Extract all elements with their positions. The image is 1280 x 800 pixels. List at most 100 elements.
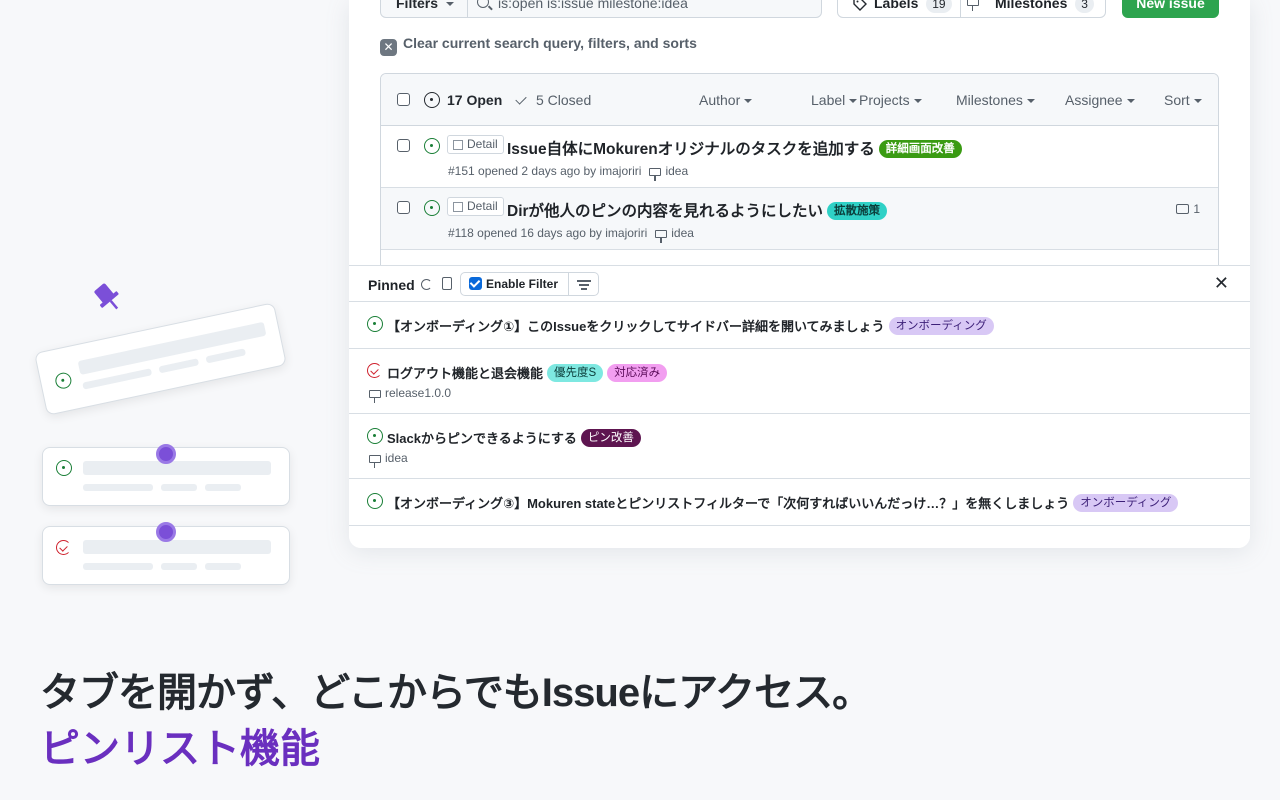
- new-issue-button[interactable]: New issue: [1122, 0, 1219, 18]
- milestone-icon: [369, 390, 381, 403]
- issue-row[interactable]: Detail Issue自体にMokurenオリジナルのタスクを追加する 詳細画面…: [381, 126, 1218, 188]
- open-count: 17 Open: [447, 92, 503, 108]
- clear-filters-label: Clear current search query, filters, and…: [403, 35, 697, 51]
- search-input[interactable]: is:open is:issue milestone:idea: [467, 0, 822, 18]
- issues-toolbar: Filters is:open is:issue milestone:idea …: [380, 0, 1220, 18]
- enable-filter-toggle[interactable]: Enable Filter: [460, 272, 570, 296]
- issue-milestone[interactable]: idea: [671, 226, 694, 240]
- milestones-count: 3: [1075, 0, 1094, 13]
- pin-icon: [94, 283, 119, 310]
- filter-settings-button[interactable]: [569, 272, 599, 296]
- labels-button[interactable]: Labels 19: [837, 0, 961, 18]
- detail-button[interactable]: Detail: [447, 197, 504, 216]
- clear-filters-link[interactable]: ✕ Clear current search query, filters, an…: [380, 34, 697, 56]
- chevron-down-icon: [744, 99, 753, 104]
- pinned-item-title-link[interactable]: 【オンボーディング③】Mokuren stateとピンリストフィルターで「次何す…: [387, 493, 1179, 512]
- assignee-filter-label: Assignee: [1065, 92, 1123, 108]
- pinned-item-milestone[interactable]: idea: [369, 451, 408, 468]
- refresh-icon[interactable]: [421, 279, 432, 290]
- sort-filter-label: Sort: [1164, 92, 1190, 108]
- filters-label: Filters: [396, 0, 439, 11]
- enable-filter-label: Enable Filter: [486, 277, 559, 291]
- pinned-item[interactable]: 【オンボーディング③】Mokuren stateとピンリストフィルターで「次何す…: [349, 479, 1250, 526]
- pinned-item[interactable]: ログアウト機能と退会機能 優先度S 対応済み release1.0.0: [349, 349, 1250, 414]
- tag-icon: [853, 0, 867, 11]
- issue-title-link[interactable]: Issue自体にMokurenオリジナルのタスクを追加する 詳細画面改善: [507, 137, 962, 159]
- issues-list-header: 17 Open 5 Closed Author Label Projects M…: [381, 74, 1218, 126]
- issue-closed-icon: [367, 363, 382, 378]
- issue-milestone[interactable]: idea: [665, 164, 688, 178]
- sort-filter[interactable]: Sort: [1164, 92, 1202, 108]
- clipboard-icon[interactable]: [442, 277, 452, 290]
- projects-filter-label: Projects: [859, 92, 910, 108]
- pinned-item-title-link[interactable]: 【オンボーディング①】このIssueをクリックしてサイドバー詳細を開いてみましょ…: [387, 316, 994, 335]
- pinned-list-panel: Pinned Enable Filter ✕ 【オンボーディング①】このIssu…: [349, 265, 1250, 548]
- comment-icon: [1176, 204, 1190, 214]
- pinned-item[interactable]: 【オンボーディング①】このIssueをクリックしてサイドバー詳細を開いてみましょ…: [349, 302, 1250, 349]
- tilted-issue-card: [34, 302, 287, 416]
- enable-filter-checkbox[interactable]: [469, 277, 482, 290]
- pinned-list-header: Pinned Enable Filter ✕: [349, 266, 1250, 302]
- comment-count-value: 1: [1193, 202, 1200, 216]
- filter-lines-icon: [581, 288, 587, 290]
- issue-open-icon: [367, 316, 383, 332]
- milestone-icon: [369, 455, 381, 468]
- close-icon[interactable]: ✕: [1214, 274, 1229, 292]
- projects-filter[interactable]: Projects: [859, 92, 922, 108]
- closed-issues-tab[interactable]: 5 Closed: [536, 92, 591, 108]
- milestone-icon: [649, 168, 662, 181]
- chevron-down-icon: [1126, 99, 1135, 104]
- filters-dropdown-button[interactable]: Filters: [380, 0, 468, 18]
- pin-marker-icon: [156, 444, 176, 464]
- headline: タブを開かず、どこからでもIssueにアクセス。: [40, 671, 872, 715]
- comment-count[interactable]: 1: [1176, 202, 1200, 216]
- milestones-button[interactable]: Milestones 3: [961, 0, 1106, 18]
- close-icon: ✕: [380, 39, 397, 56]
- issue-label[interactable]: 詳細画面改善: [878, 140, 962, 158]
- issue-row[interactable]: Detail Dirが他人のピンの内容を見れるようにしたい 拡散施策 #118 o…: [381, 188, 1218, 250]
- pinned-item-milestone[interactable]: release1.0.0: [369, 386, 451, 403]
- search-icon: [477, 0, 489, 8]
- issue-meta: #151 opened 2 days ago by imajoriri idea: [448, 164, 688, 181]
- pinned-item[interactable]: Slackからピンできるようにする ピン改善 idea: [349, 414, 1250, 479]
- milestone-icon: [967, 0, 979, 11]
- issue-open-icon: [56, 460, 72, 476]
- milestones-label: Milestones: [995, 0, 1068, 11]
- detail-button[interactable]: Detail: [447, 135, 504, 154]
- labels-count: 19: [926, 0, 952, 13]
- pinned-item-label[interactable]: オンボーディング: [888, 317, 994, 335]
- pinned-item-label[interactable]: ピン改善: [580, 429, 641, 447]
- issue-open-icon: [367, 493, 383, 509]
- label-filter-label: Label: [811, 92, 846, 108]
- issue-title-link[interactable]: Dirが他人のピンの内容を見れるようにしたい 拡散施策: [507, 199, 888, 221]
- author-filter[interactable]: Author: [699, 92, 753, 108]
- issue-open-icon: [53, 371, 73, 391]
- assignee-filter[interactable]: Assignee: [1065, 92, 1135, 108]
- select-all-checkbox[interactable]: [397, 93, 410, 106]
- issue-checkbox[interactable]: [397, 201, 410, 214]
- pinned-item-label[interactable]: 優先度S: [547, 364, 604, 382]
- issue-checkbox[interactable]: [397, 139, 410, 152]
- open-issues-tab[interactable]: 17 Open: [447, 92, 502, 108]
- issue-open-icon: [424, 200, 440, 216]
- pinned-item-title-link[interactable]: Slackからピンできるようにする ピン改善: [387, 428, 641, 447]
- pinned-item-title-link[interactable]: ログアウト機能と退会機能 優先度S 対応済み: [387, 363, 668, 382]
- chevron-down-icon: [446, 2, 455, 7]
- milestone-icon: [655, 230, 668, 243]
- filter-lines-icon: [577, 280, 591, 282]
- issue-open-icon: [424, 138, 440, 154]
- issue-title: Dirが他人のピンの内容を見れるようにしたい: [507, 203, 824, 220]
- github-issues-window: Filters is:open is:issue milestone:idea …: [349, 0, 1250, 548]
- pinned-item-title: 【オンボーディング③】Mokuren stateとピンリストフィルターで「次何す…: [387, 496, 1070, 511]
- issue-meta: #118 opened 16 days ago by imajoriri idea: [448, 226, 694, 243]
- issue-label[interactable]: 拡散施策: [827, 202, 888, 220]
- search-input-value: is:open is:issue milestone:idea: [498, 0, 688, 11]
- pinned-item-title: 【オンボーディング①】このIssueをクリックしてサイドバー詳細を開いてみましょ…: [387, 319, 885, 334]
- pinned-item-label[interactable]: 対応済み: [607, 364, 668, 382]
- pinned-item-milestone-text: idea: [385, 451, 408, 465]
- label-filter[interactable]: Label: [811, 92, 858, 108]
- pinned-item-label[interactable]: オンボーディング: [1073, 494, 1179, 512]
- author-filter-label: Author: [699, 92, 741, 108]
- issues-list: 17 Open 5 Closed Author Label Projects M…: [380, 73, 1219, 273]
- milestones-filter[interactable]: Milestones: [956, 92, 1035, 108]
